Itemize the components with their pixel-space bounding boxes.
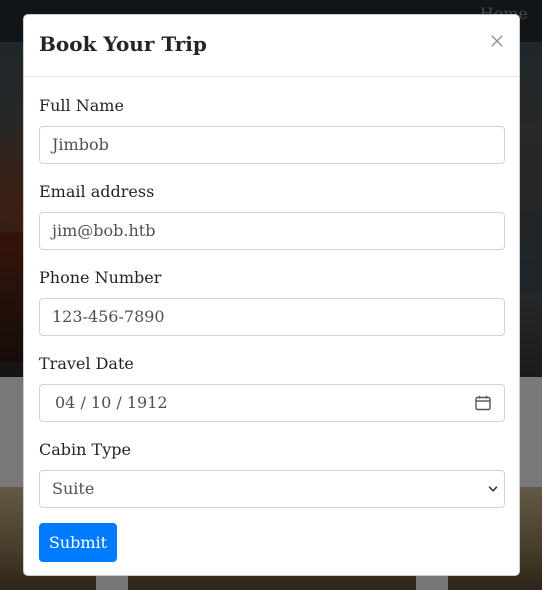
cabin-type-select[interactable]: Suite — [39, 470, 505, 508]
phone-label: Phone Number — [39, 268, 162, 287]
modal-header: Book Your Trip — [24, 15, 519, 77]
phone-input[interactable]: 123-456-7890 — [39, 298, 505, 336]
full-name-value: Jimbob — [52, 135, 109, 154]
close-button[interactable] — [489, 33, 505, 49]
phone-value: 123-456-7890 — [52, 307, 165, 326]
submit-button[interactable]: Submit — [39, 523, 117, 562]
cabin-type-label: Cabin Type — [39, 440, 131, 459]
full-name-label: Full Name — [39, 96, 124, 115]
modal-title: Book Your Trip — [39, 32, 207, 56]
chevron-down-icon — [488, 484, 498, 494]
travel-date-value: 04 / 10 / 1912 — [55, 393, 168, 412]
email-input[interactable]: jim@bob.htb — [39, 212, 505, 250]
travel-date-input[interactable]: 04 / 10 / 1912 — [39, 384, 505, 422]
full-name-input[interactable]: Jimbob — [39, 126, 505, 164]
calendar-icon[interactable] — [474, 394, 492, 412]
booking-modal: Book Your Trip Full Name Jimbob Email ad… — [23, 14, 520, 576]
email-value: jim@bob.htb — [52, 221, 156, 240]
cabin-type-value: Suite — [52, 479, 95, 498]
travel-date-label: Travel Date — [39, 354, 134, 373]
email-label: Email address — [39, 182, 155, 201]
close-icon — [489, 33, 505, 49]
